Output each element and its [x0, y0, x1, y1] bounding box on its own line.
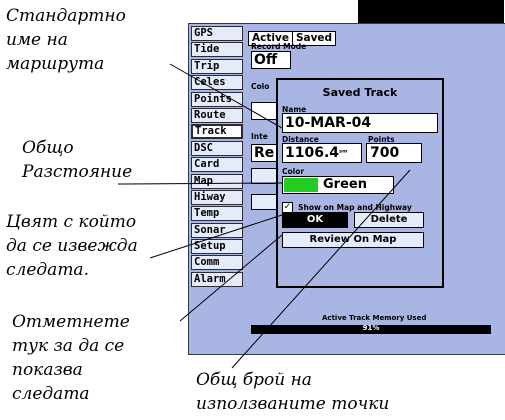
annotation-line: следата: [12, 384, 90, 404]
color-field[interactable]: Green: [282, 176, 394, 194]
annotation-line: име на: [6, 30, 68, 50]
annotation-total-points: Общ брой на използваните точки: [196, 368, 389, 416]
show-on-map-label: Show on Map and Highway: [298, 203, 412, 212]
annotation-line: Общ брой на: [196, 370, 312, 390]
menu-item-celes[interactable]: Celes: [191, 75, 243, 91]
menu-item-tide[interactable]: Tide: [191, 42, 243, 58]
tab-bar: Active Saved: [248, 26, 337, 46]
menu-item-setup[interactable]: Setup: [191, 239, 243, 255]
distance-value: 1106.4: [285, 145, 340, 161]
memory-value: 91%: [362, 324, 380, 332]
menu-item-temp[interactable]: Temp: [191, 206, 243, 222]
review-on-map-button[interactable]: Review On Map: [282, 232, 424, 248]
annotation-line: използваните точки: [196, 394, 390, 414]
menu-item-dsc[interactable]: DSC: [191, 140, 243, 156]
distance-unit: ˢᵐ: [339, 148, 348, 157]
color-value: Green: [323, 177, 367, 192]
annotation-line: показва: [12, 360, 83, 380]
header-bar: [358, 0, 504, 23]
distance-field: 1106.4ˢᵐ: [282, 143, 362, 163]
record-mode-field[interactable]: Off: [251, 51, 291, 69]
show-on-map-row[interactable]: ✓ Show on Map and Highway: [282, 197, 412, 213]
menu-item-points[interactable]: Points: [191, 91, 243, 107]
dialog-title: Saved Track: [322, 86, 398, 99]
annotation-line: Отметнете: [12, 312, 130, 332]
ok-button[interactable]: OK: [282, 212, 348, 228]
saved-track-dialog: Saved Track Name 10-MAR-04 Distance Poin…: [276, 78, 444, 288]
annotation-track-name: Стандартно име на маршрута: [6, 4, 126, 76]
menu-item-comm[interactable]: Comm: [191, 255, 243, 271]
menu-item-alarm[interactable]: Alarm: [191, 271, 243, 287]
menu-item-track[interactable]: Track: [191, 124, 243, 140]
points-field: 700: [366, 143, 422, 163]
name-field[interactable]: 10-MAR-04: [282, 113, 438, 133]
interval-value: Re: [254, 145, 275, 161]
interval-field[interactable]: Re: [251, 144, 277, 162]
color-label: Color: [282, 167, 305, 176]
menu-item-gps[interactable]: GPS: [191, 26, 243, 41]
panel-button-1[interactable]: [251, 168, 277, 184]
color-swatch: [284, 178, 318, 192]
annotation-show-checkbox: Отметнете тук за да се показва следата: [12, 310, 130, 406]
menu-item-sonar[interactable]: Sonar: [191, 222, 243, 238]
delete-button[interactable]: Delete: [354, 212, 424, 228]
annotation-line: следата.: [6, 260, 89, 280]
memory-bar: 91%: [251, 324, 491, 334]
annotation-line: да се извежда: [6, 236, 138, 256]
interval-label: Inte: [251, 132, 268, 141]
annotation-total-distance: Общо Разстояние: [22, 136, 132, 184]
annotation-line: Разстояние: [22, 162, 133, 182]
record-mode-value: Off: [254, 52, 278, 68]
menu-item-map[interactable]: Map: [191, 173, 243, 189]
annotation-line: Стандартно: [6, 6, 126, 26]
record-mode-label: Record Mode: [251, 42, 307, 51]
annotation-track-color: Цвят с който да се извежда следата.: [6, 210, 138, 282]
color-field-bg[interactable]: [251, 102, 277, 120]
menu-item-card[interactable]: Card: [191, 157, 243, 173]
annotation-line: Общо: [22, 138, 74, 158]
menu-item-trip[interactable]: Trip: [191, 58, 243, 74]
annotation-line: тук за да се: [12, 336, 125, 356]
main-menu: GPS Tide Trip Celes Points Route Track D…: [191, 26, 243, 288]
panel-button-2[interactable]: [251, 194, 277, 210]
annotation-line: Цвят с който: [6, 212, 137, 232]
annotation-line: маршрута: [6, 54, 105, 74]
memory-label: Active Track Memory Used: [322, 314, 427, 322]
menu-item-hiway[interactable]: Hiway: [191, 189, 243, 205]
color-label-bg: Colo: [251, 82, 270, 91]
menu-item-route[interactable]: Route: [191, 107, 243, 123]
